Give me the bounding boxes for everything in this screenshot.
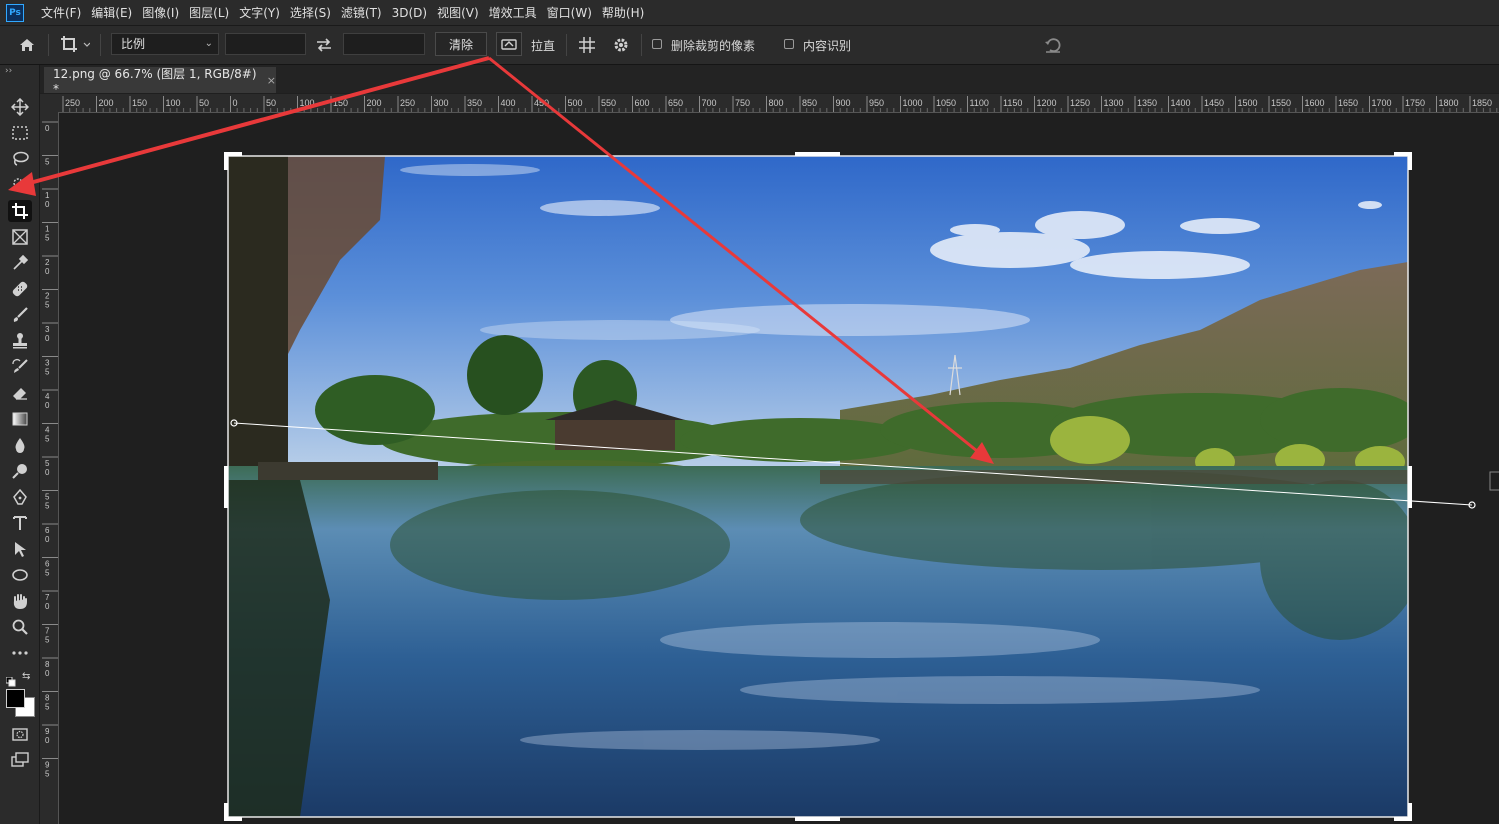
landscape-photo bbox=[228, 156, 1408, 817]
document-canvas bbox=[8, 56, 1499, 821]
